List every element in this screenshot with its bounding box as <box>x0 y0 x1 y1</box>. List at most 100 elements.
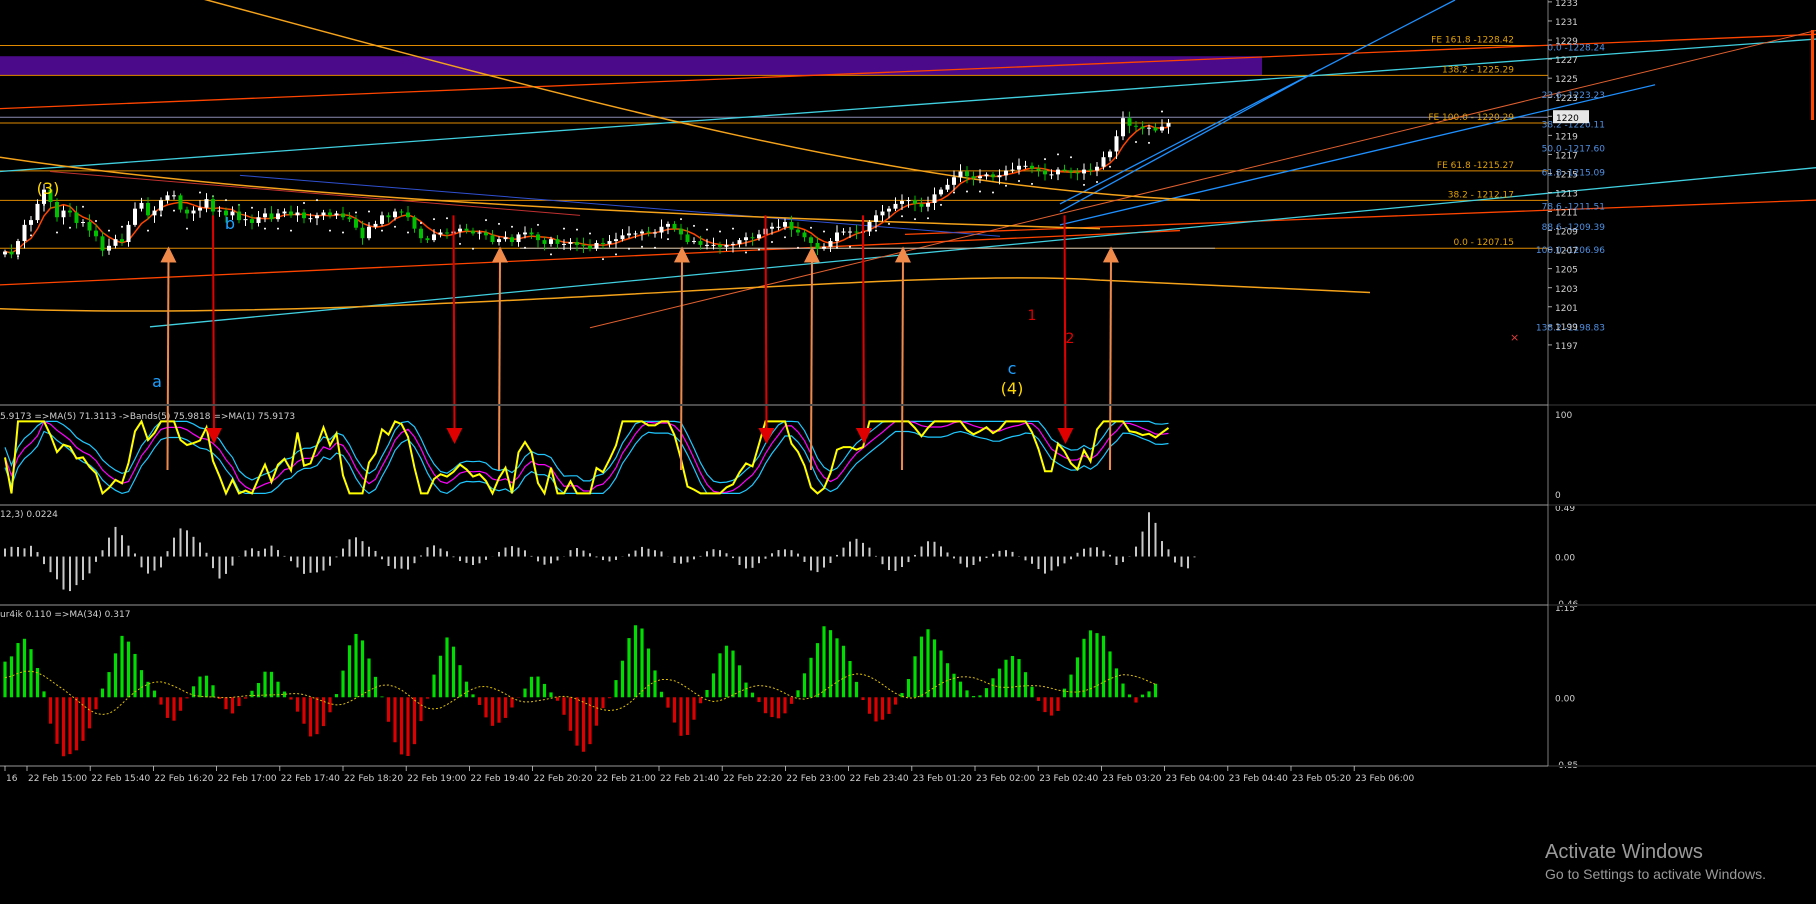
candle-body <box>282 211 287 214</box>
candle-body <box>347 217 352 220</box>
candles-layer <box>3 111 1171 260</box>
watermark-subtitle: Go to Settings to activate Windows. <box>1545 866 1766 882</box>
candle-body <box>68 210 72 213</box>
candle-body <box>594 242 599 249</box>
candle-body <box>984 174 989 177</box>
candle-body <box>295 212 300 216</box>
time-tick-label: 23 Feb 02:40 <box>1039 774 1098 784</box>
psar-dot <box>1148 141 1150 144</box>
psar-dot <box>576 228 578 231</box>
candle-body <box>672 223 677 229</box>
psar-dot <box>108 229 110 232</box>
psar-dot <box>823 230 825 233</box>
stochastic-pane: 5.9173 =>MA(5) 71.3113 ->Bands(5) 75.981… <box>0 411 1572 501</box>
candle-body <box>1134 125 1138 127</box>
candle-body <box>705 244 709 246</box>
time-tick-label: 22 Feb 20:20 <box>534 774 593 784</box>
candle-body <box>16 241 20 255</box>
candle-body <box>1160 126 1164 131</box>
candle-body <box>484 232 488 236</box>
candle-body <box>29 220 33 225</box>
candle-body <box>1056 169 1060 175</box>
psar-dot <box>199 191 201 194</box>
candle-body <box>770 226 774 229</box>
candle-body <box>1114 136 1119 152</box>
psar-dot <box>602 258 604 261</box>
psar-dot <box>745 251 747 254</box>
candle-body <box>822 246 826 249</box>
candle-body <box>555 239 560 244</box>
time-tick-label: 22 Feb 19:00 <box>407 774 466 784</box>
psar-dot <box>316 199 318 202</box>
trendline <box>49 171 581 216</box>
candle-body <box>549 239 553 244</box>
candle-body <box>809 237 813 243</box>
candle-body <box>568 242 573 244</box>
histogram-pane: ur4ik 0.110 =>MA(34) 0.3171.150.00-0.85 <box>0 604 1578 771</box>
candle-body <box>640 231 644 234</box>
candle-body <box>1140 126 1145 129</box>
time-tick-label: 23 Feb 05:20 <box>1292 774 1351 784</box>
candle-body <box>744 237 748 241</box>
psar-dot <box>1109 165 1111 168</box>
candle-body <box>81 222 85 224</box>
candle-body <box>1095 166 1099 171</box>
candle-body <box>991 174 995 178</box>
psar-dot <box>381 229 383 232</box>
candle-body <box>627 233 631 236</box>
candle-body <box>1036 168 1041 171</box>
candle-body <box>835 232 839 242</box>
psar-dot <box>693 224 695 227</box>
time-tick-label: 22 Feb 19:40 <box>470 774 529 784</box>
psar-dot <box>498 222 500 225</box>
candle-body <box>477 232 482 234</box>
psar-dot <box>394 225 396 228</box>
candle-body <box>380 215 384 224</box>
candle-body <box>243 219 248 221</box>
candle-body <box>263 213 267 218</box>
candle-body <box>302 212 306 219</box>
candle-body <box>471 230 475 234</box>
psar-dot <box>875 229 877 232</box>
psar-dot <box>446 217 448 220</box>
price-tick-label: 1209 <box>1555 228 1578 238</box>
price-tick-label: 1199 <box>1555 323 1578 333</box>
time-tick-label: 22 Feb 23:40 <box>850 774 909 784</box>
candle-body <box>1088 169 1093 171</box>
time-tick-label: 22 Feb 22:20 <box>723 774 782 784</box>
wave-label-2: a <box>152 372 162 391</box>
osc-tick-label: 0.00 <box>1555 554 1575 564</box>
wave-label-1: b <box>225 214 235 233</box>
psar-dot <box>628 247 630 250</box>
activate-windows-watermark: Activate Windows Go to Settings to activ… <box>1545 840 1805 884</box>
psar-dot <box>342 231 344 234</box>
candle-body <box>178 195 183 210</box>
candle-body <box>601 242 605 244</box>
candle-body <box>1101 157 1106 167</box>
candle-body <box>646 231 651 233</box>
price-tick-label: 1227 <box>1555 56 1578 66</box>
price-tick-label: 1203 <box>1555 285 1578 295</box>
candle-body <box>900 201 904 204</box>
candle-body <box>425 238 430 241</box>
psar-dot <box>147 229 149 232</box>
candle-body <box>9 251 14 255</box>
candle-body <box>1108 151 1112 158</box>
time-tick-label: 23 Feb 01:20 <box>913 774 972 784</box>
candle-body <box>276 213 280 220</box>
candle-body <box>373 223 378 227</box>
price-tick-label: 1207 <box>1555 247 1578 257</box>
candle-body <box>315 215 319 219</box>
candle-body <box>510 237 514 243</box>
candle-body <box>250 219 254 223</box>
candle-body <box>1023 165 1028 167</box>
time-tick-label: 23 Feb 04:40 <box>1229 774 1288 784</box>
psar-dot <box>589 232 591 235</box>
candle-body <box>783 222 787 227</box>
candle-body <box>919 203 924 207</box>
psar-dot <box>992 191 994 194</box>
candle-body <box>880 211 885 216</box>
psar-dot <box>537 223 539 226</box>
sell-signal-arrow <box>446 215 463 444</box>
candle-body <box>932 194 937 203</box>
